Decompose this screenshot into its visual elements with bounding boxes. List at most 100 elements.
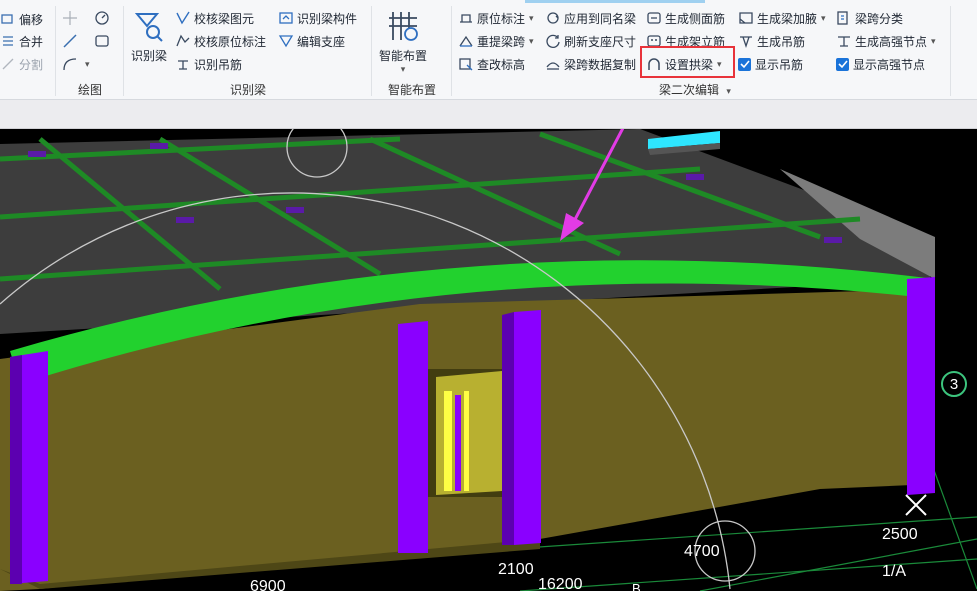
- gen-erect-rebar-button[interactable]: 生成架立筋: [646, 31, 725, 51]
- identify-beam-icon: [133, 10, 165, 45]
- offset-button[interactable]: 偏移: [0, 9, 43, 29]
- show-hanger-label: 显示吊筋: [755, 57, 804, 72]
- separator: [123, 6, 124, 96]
- span-classify-label: 梁跨分类: [855, 11, 904, 26]
- copy-span-data-button[interactable]: 梁跨数据复制: [545, 54, 636, 74]
- gen-high-strength-node-label: 生成高强节点: [855, 34, 928, 49]
- gen-hanger-label: 生成吊筋: [757, 34, 806, 49]
- identify-beam-component-button[interactable]: 识别梁构件: [278, 8, 357, 28]
- edit-support-label: 编辑支座: [297, 34, 346, 49]
- beam-secondary-edit-group-label[interactable]: 梁二次编辑 ▾: [640, 81, 750, 98]
- side-rebar-icon: [646, 10, 662, 26]
- identify-hanger-rebar-label: 识别吊筋: [194, 57, 243, 72]
- span-classify-button[interactable]: 梁跨分类: [836, 8, 903, 28]
- set-arch-beam-label: 设置拱梁: [665, 57, 714, 72]
- dimension-label: 2500: [882, 526, 918, 543]
- point-tool-button[interactable]: [62, 8, 82, 28]
- gen-side-rebar-button[interactable]: 生成侧面筋: [646, 8, 725, 28]
- checkbox-checked-icon: [738, 57, 751, 71]
- smart-layout-label: 智能布置: [378, 49, 427, 63]
- line-tool-button[interactable]: [62, 31, 82, 51]
- arch-beam-icon: [646, 56, 662, 72]
- apply-same-name-label: 应用到同名梁: [564, 11, 637, 26]
- check-original-annotation-button[interactable]: 校核原位标注: [175, 31, 266, 51]
- gen-erect-rebar-label: 生成架立筋: [665, 34, 726, 49]
- check-beam-icon: [175, 10, 191, 26]
- check-beam-element-label: 校核梁图元: [194, 11, 255, 26]
- dimension-label: 6900: [250, 578, 286, 591]
- separator: [55, 6, 56, 96]
- column[interactable]: [514, 310, 541, 545]
- high-strength-node-icon: [836, 33, 852, 49]
- window-mullion: [464, 391, 469, 491]
- copy-span-data-label: 梁跨数据复制: [564, 57, 637, 72]
- refresh-support-size-button[interactable]: 刷新支座尺寸: [545, 31, 636, 51]
- chevron-down-icon: ▾: [529, 12, 534, 23]
- arc-tool-button[interactable]: ▾: [62, 54, 92, 74]
- chevron-down-icon: ▾: [821, 12, 826, 23]
- reextract-span-label: 重提梁跨: [477, 34, 526, 49]
- edit-support-button[interactable]: 编辑支座: [278, 31, 345, 51]
- merge-label: 合并: [19, 34, 44, 49]
- check-beam-element-button[interactable]: 校核梁图元: [175, 8, 254, 28]
- gen-high-strength-node-button[interactable]: 生成高强节点 ▾: [836, 31, 936, 51]
- smart-layout-icon: [387, 10, 419, 45]
- haunch-icon: [738, 10, 754, 26]
- rotate-point-button[interactable]: [94, 8, 114, 28]
- smart-layout-group-label: 智能布置: [387, 83, 436, 97]
- axis-badge: 3: [941, 371, 967, 397]
- gen-haunch-label: 生成梁加腋: [757, 11, 818, 26]
- identify-beam-group-label: 识别梁: [229, 83, 266, 97]
- viewport-header-strip: [0, 100, 977, 129]
- rect-tool-button[interactable]: [94, 31, 114, 51]
- modify-elevation-button[interactable]: 查改标高: [458, 54, 525, 74]
- line-icon: [62, 33, 78, 49]
- identify-hanger-rebar-button[interactable]: 识别吊筋: [175, 54, 242, 74]
- window-mullion: [444, 391, 452, 491]
- beam-component-icon: [278, 10, 294, 26]
- 3d-viewport[interactable]: 6900 2100 16200 4700 2500 1/A B 3: [0, 66, 977, 591]
- offset-label: 偏移: [19, 12, 44, 27]
- rectangle-icon: [94, 33, 110, 49]
- gen-haunch-button[interactable]: 生成梁加腋 ▾: [738, 8, 826, 28]
- reextract-span-icon: [458, 33, 474, 49]
- rotate-icon: [94, 10, 110, 26]
- refresh-support-size-label: 刷新支座尺寸: [564, 34, 637, 49]
- offset-icon: [0, 11, 16, 27]
- check-original-annotation-label: 校核原位标注: [194, 34, 267, 49]
- merge-icon: [0, 33, 16, 49]
- refresh-icon: [545, 33, 561, 49]
- erect-rebar-icon: [646, 33, 662, 49]
- smart-layout-button[interactable]: 智能布置 ▾: [376, 10, 430, 75]
- dimension-label: 4700: [684, 543, 720, 560]
- separator: [950, 6, 951, 96]
- span-classify-icon: [836, 10, 852, 26]
- identify-beam-button[interactable]: 识别梁: [128, 10, 170, 64]
- set-arch-beam-button[interactable]: 设置拱梁 ▾: [646, 54, 722, 74]
- separator: [451, 6, 452, 96]
- original-annotation-button[interactable]: 原位标注 ▾: [458, 8, 534, 28]
- gen-hanger-button[interactable]: 生成吊筋: [738, 31, 805, 51]
- split-button[interactable]: 分割: [0, 54, 43, 74]
- chevron-down-icon: ▾: [400, 64, 406, 74]
- apply-same-name-button[interactable]: 应用到同名梁: [545, 8, 636, 28]
- split-label: 分割: [19, 57, 44, 72]
- column[interactable]: [907, 277, 935, 495]
- show-high-strength-node-checkbox[interactable]: 显示高强节点: [836, 54, 925, 74]
- separator: [371, 6, 372, 96]
- edit-support-icon: [278, 33, 294, 49]
- check-annotation-icon: [175, 33, 191, 49]
- identify-beam-label: 识别梁: [130, 49, 167, 63]
- original-annotation-label: 原位标注: [477, 11, 526, 26]
- ribbon-toolbar: 偏移 合并 分割 ▾ 绘图 识别梁 校核梁图元 校核原位标注 识别吊筋 识别梁构…: [0, 0, 977, 100]
- show-hanger-checkbox[interactable]: 显示吊筋: [738, 54, 803, 74]
- dimension-label: 16200: [538, 576, 583, 591]
- arc-icon: [62, 56, 78, 72]
- active-tab-indicator: [525, 0, 705, 3]
- reextract-span-button[interactable]: 重提梁跨 ▾: [458, 31, 534, 51]
- 3d-scene[interactable]: [0, 66, 977, 591]
- dimension-label: 2100: [498, 561, 534, 578]
- merge-button[interactable]: 合并: [0, 31, 43, 51]
- copy-span-icon: [545, 56, 561, 72]
- column[interactable]: [398, 321, 428, 553]
